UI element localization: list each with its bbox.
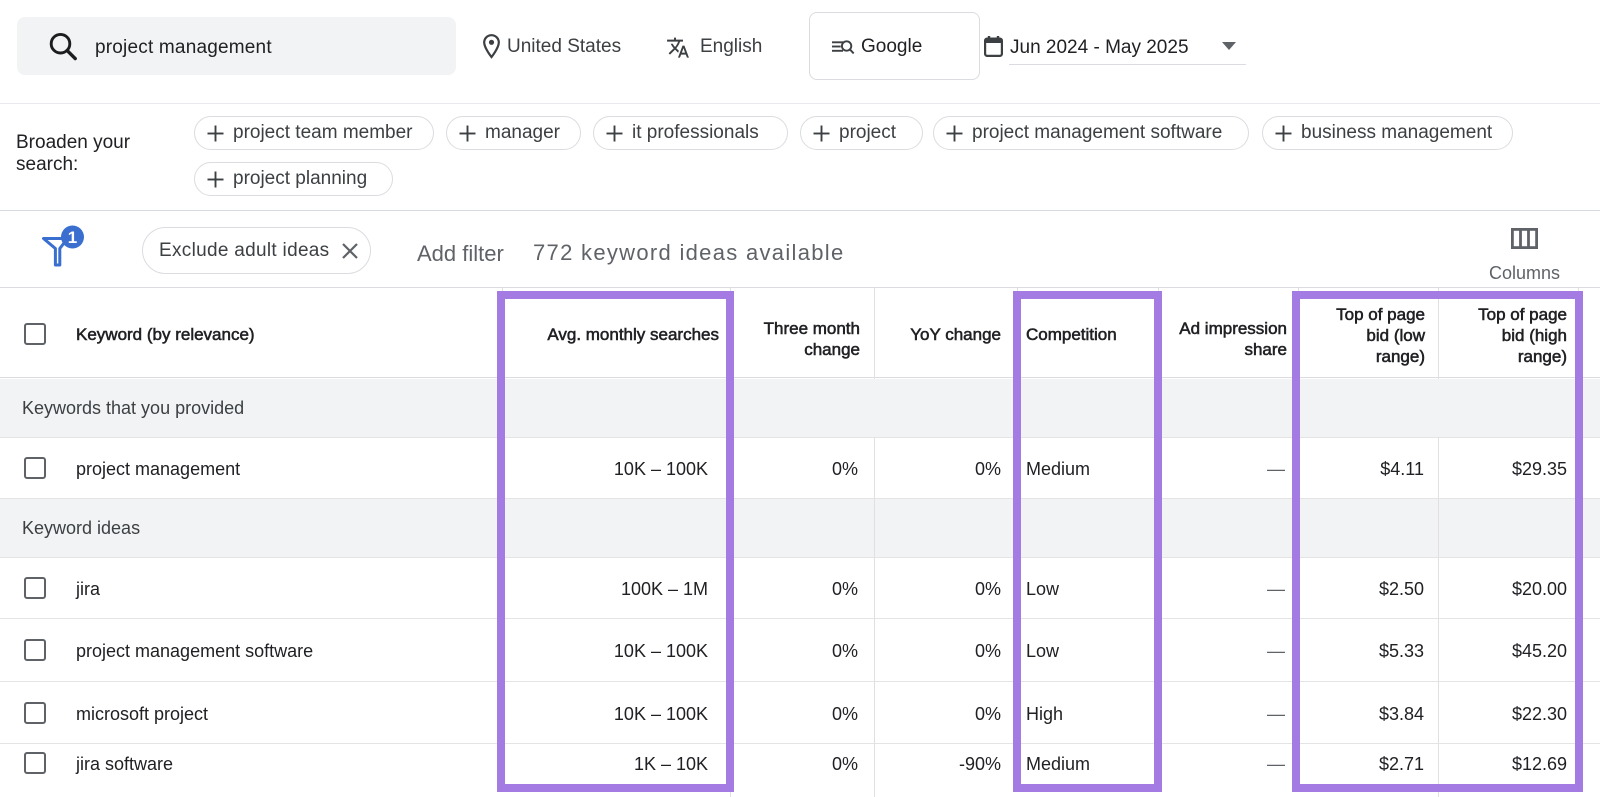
svg-text:1: 1 bbox=[68, 228, 77, 247]
